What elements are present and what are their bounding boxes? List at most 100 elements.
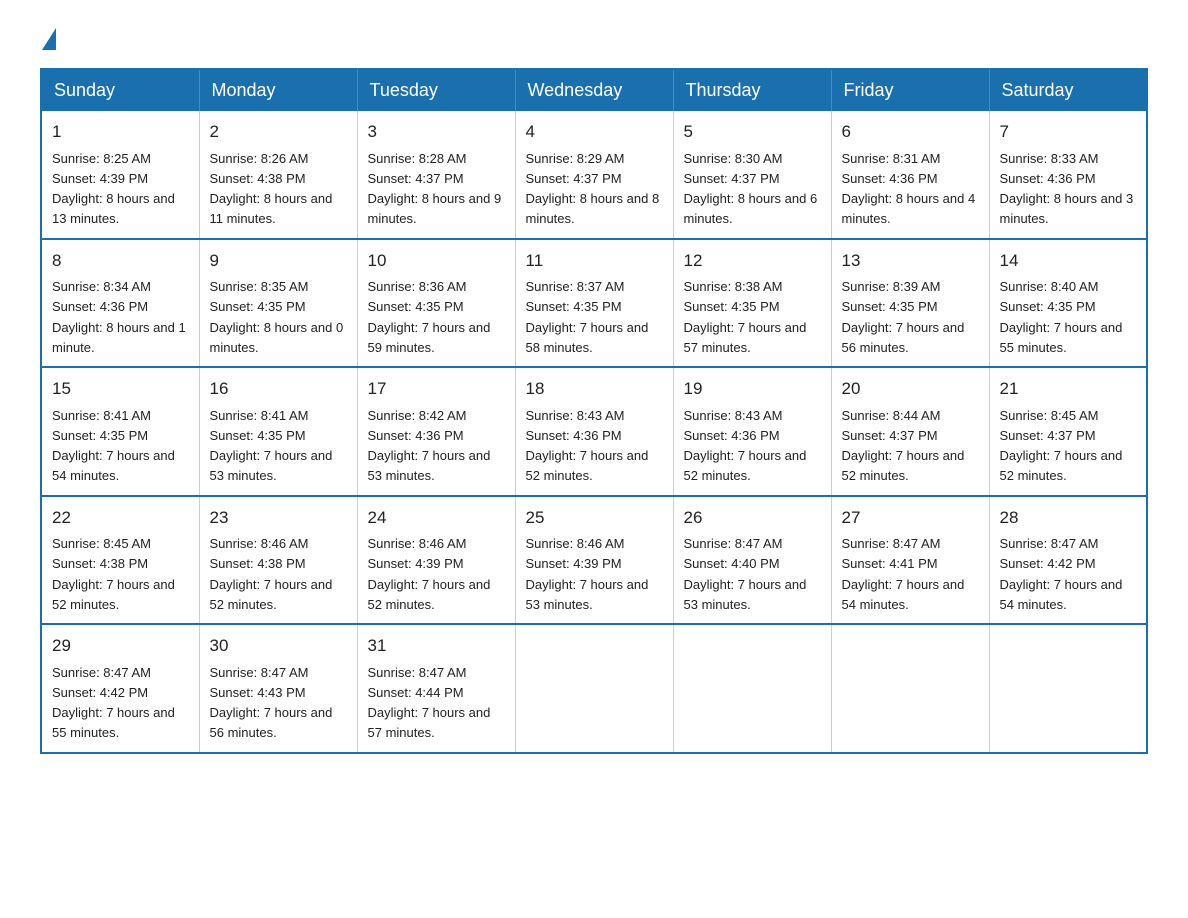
day-info: Sunrise: 8:45 AMSunset: 4:38 PMDaylight:…: [52, 536, 175, 612]
day-info: Sunrise: 8:34 AMSunset: 4:36 PMDaylight:…: [52, 279, 186, 355]
day-number: 18: [526, 376, 663, 402]
day-info: Sunrise: 8:44 AMSunset: 4:37 PMDaylight:…: [842, 408, 965, 484]
calendar-cell: 2 Sunrise: 8:26 AMSunset: 4:38 PMDayligh…: [199, 111, 357, 239]
calendar-cell: [515, 624, 673, 753]
calendar-cell: 30 Sunrise: 8:47 AMSunset: 4:43 PMDaylig…: [199, 624, 357, 753]
calendar-cell: 3 Sunrise: 8:28 AMSunset: 4:37 PMDayligh…: [357, 111, 515, 239]
weekday-header-wednesday: Wednesday: [515, 69, 673, 111]
day-number: 27: [842, 505, 979, 531]
day-info: Sunrise: 8:47 AMSunset: 4:40 PMDaylight:…: [684, 536, 807, 612]
calendar-cell: 25 Sunrise: 8:46 AMSunset: 4:39 PMDaylig…: [515, 496, 673, 625]
calendar-cell: 20 Sunrise: 8:44 AMSunset: 4:37 PMDaylig…: [831, 367, 989, 496]
day-info: Sunrise: 8:28 AMSunset: 4:37 PMDaylight:…: [368, 151, 502, 227]
calendar-cell: 29 Sunrise: 8:47 AMSunset: 4:42 PMDaylig…: [41, 624, 199, 753]
day-info: Sunrise: 8:26 AMSunset: 4:38 PMDaylight:…: [210, 151, 333, 227]
weekday-header-thursday: Thursday: [673, 69, 831, 111]
calendar-week-row: 8 Sunrise: 8:34 AMSunset: 4:36 PMDayligh…: [41, 239, 1147, 368]
logo: [40, 30, 58, 52]
day-info: Sunrise: 8:39 AMSunset: 4:35 PMDaylight:…: [842, 279, 965, 355]
day-info: Sunrise: 8:47 AMSunset: 4:42 PMDaylight:…: [52, 665, 175, 741]
day-number: 16: [210, 376, 347, 402]
calendar-cell: 13 Sunrise: 8:39 AMSunset: 4:35 PMDaylig…: [831, 239, 989, 368]
weekday-header-saturday: Saturday: [989, 69, 1147, 111]
calendar-cell: 19 Sunrise: 8:43 AMSunset: 4:36 PMDaylig…: [673, 367, 831, 496]
day-number: 12: [684, 248, 821, 274]
logo-area: [40, 30, 58, 48]
day-info: Sunrise: 8:45 AMSunset: 4:37 PMDaylight:…: [1000, 408, 1123, 484]
day-info: Sunrise: 8:47 AMSunset: 4:44 PMDaylight:…: [368, 665, 491, 741]
day-info: Sunrise: 8:25 AMSunset: 4:39 PMDaylight:…: [52, 151, 175, 227]
calendar-cell: [673, 624, 831, 753]
calendar-week-row: 22 Sunrise: 8:45 AMSunset: 4:38 PMDaylig…: [41, 496, 1147, 625]
day-number: 29: [52, 633, 189, 659]
calendar-cell: 10 Sunrise: 8:36 AMSunset: 4:35 PMDaylig…: [357, 239, 515, 368]
calendar-cell: 6 Sunrise: 8:31 AMSunset: 4:36 PMDayligh…: [831, 111, 989, 239]
day-number: 19: [684, 376, 821, 402]
day-number: 17: [368, 376, 505, 402]
calendar-cell: 16 Sunrise: 8:41 AMSunset: 4:35 PMDaylig…: [199, 367, 357, 496]
calendar-cell: 21 Sunrise: 8:45 AMSunset: 4:37 PMDaylig…: [989, 367, 1147, 496]
day-info: Sunrise: 8:37 AMSunset: 4:35 PMDaylight:…: [526, 279, 649, 355]
weekday-header-friday: Friday: [831, 69, 989, 111]
day-number: 21: [1000, 376, 1137, 402]
day-number: 7: [1000, 119, 1137, 145]
calendar-week-row: 1 Sunrise: 8:25 AMSunset: 4:39 PMDayligh…: [41, 111, 1147, 239]
calendar-cell: 8 Sunrise: 8:34 AMSunset: 4:36 PMDayligh…: [41, 239, 199, 368]
day-info: Sunrise: 8:46 AMSunset: 4:39 PMDaylight:…: [368, 536, 491, 612]
weekday-header-row: SundayMondayTuesdayWednesdayThursdayFrid…: [41, 69, 1147, 111]
calendar-cell: [831, 624, 989, 753]
day-number: 22: [52, 505, 189, 531]
calendar-cell: 9 Sunrise: 8:35 AMSunset: 4:35 PMDayligh…: [199, 239, 357, 368]
day-info: Sunrise: 8:46 AMSunset: 4:38 PMDaylight:…: [210, 536, 333, 612]
day-info: Sunrise: 8:47 AMSunset: 4:43 PMDaylight:…: [210, 665, 333, 741]
calendar-table: SundayMondayTuesdayWednesdayThursdayFrid…: [40, 68, 1148, 754]
day-number: 15: [52, 376, 189, 402]
day-number: 10: [368, 248, 505, 274]
day-info: Sunrise: 8:43 AMSunset: 4:36 PMDaylight:…: [684, 408, 807, 484]
day-number: 25: [526, 505, 663, 531]
page-header: [40, 30, 1148, 48]
logo-triangle-icon: [42, 28, 56, 50]
day-info: Sunrise: 8:41 AMSunset: 4:35 PMDaylight:…: [210, 408, 333, 484]
day-number: 5: [684, 119, 821, 145]
day-info: Sunrise: 8:43 AMSunset: 4:36 PMDaylight:…: [526, 408, 649, 484]
weekday-header-monday: Monday: [199, 69, 357, 111]
day-number: 9: [210, 248, 347, 274]
day-info: Sunrise: 8:35 AMSunset: 4:35 PMDaylight:…: [210, 279, 344, 355]
day-info: Sunrise: 8:42 AMSunset: 4:36 PMDaylight:…: [368, 408, 491, 484]
day-info: Sunrise: 8:47 AMSunset: 4:41 PMDaylight:…: [842, 536, 965, 612]
day-number: 31: [368, 633, 505, 659]
day-number: 23: [210, 505, 347, 531]
weekday-header-tuesday: Tuesday: [357, 69, 515, 111]
day-info: Sunrise: 8:31 AMSunset: 4:36 PMDaylight:…: [842, 151, 976, 227]
day-number: 24: [368, 505, 505, 531]
day-info: Sunrise: 8:41 AMSunset: 4:35 PMDaylight:…: [52, 408, 175, 484]
day-info: Sunrise: 8:40 AMSunset: 4:35 PMDaylight:…: [1000, 279, 1123, 355]
calendar-cell: 14 Sunrise: 8:40 AMSunset: 4:35 PMDaylig…: [989, 239, 1147, 368]
day-number: 14: [1000, 248, 1137, 274]
day-number: 20: [842, 376, 979, 402]
day-number: 28: [1000, 505, 1137, 531]
day-number: 26: [684, 505, 821, 531]
day-info: Sunrise: 8:46 AMSunset: 4:39 PMDaylight:…: [526, 536, 649, 612]
calendar-week-row: 29 Sunrise: 8:47 AMSunset: 4:42 PMDaylig…: [41, 624, 1147, 753]
calendar-cell: 12 Sunrise: 8:38 AMSunset: 4:35 PMDaylig…: [673, 239, 831, 368]
calendar-cell: 23 Sunrise: 8:46 AMSunset: 4:38 PMDaylig…: [199, 496, 357, 625]
day-info: Sunrise: 8:33 AMSunset: 4:36 PMDaylight:…: [1000, 151, 1134, 227]
calendar-cell: [989, 624, 1147, 753]
day-number: 11: [526, 248, 663, 274]
calendar-cell: 1 Sunrise: 8:25 AMSunset: 4:39 PMDayligh…: [41, 111, 199, 239]
day-info: Sunrise: 8:29 AMSunset: 4:37 PMDaylight:…: [526, 151, 660, 227]
day-info: Sunrise: 8:38 AMSunset: 4:35 PMDaylight:…: [684, 279, 807, 355]
calendar-cell: 18 Sunrise: 8:43 AMSunset: 4:36 PMDaylig…: [515, 367, 673, 496]
calendar-cell: 7 Sunrise: 8:33 AMSunset: 4:36 PMDayligh…: [989, 111, 1147, 239]
calendar-cell: 31 Sunrise: 8:47 AMSunset: 4:44 PMDaylig…: [357, 624, 515, 753]
day-number: 13: [842, 248, 979, 274]
day-number: 3: [368, 119, 505, 145]
day-number: 4: [526, 119, 663, 145]
calendar-cell: 27 Sunrise: 8:47 AMSunset: 4:41 PMDaylig…: [831, 496, 989, 625]
calendar-cell: 22 Sunrise: 8:45 AMSunset: 4:38 PMDaylig…: [41, 496, 199, 625]
day-number: 1: [52, 119, 189, 145]
calendar-cell: 26 Sunrise: 8:47 AMSunset: 4:40 PMDaylig…: [673, 496, 831, 625]
calendar-cell: 15 Sunrise: 8:41 AMSunset: 4:35 PMDaylig…: [41, 367, 199, 496]
